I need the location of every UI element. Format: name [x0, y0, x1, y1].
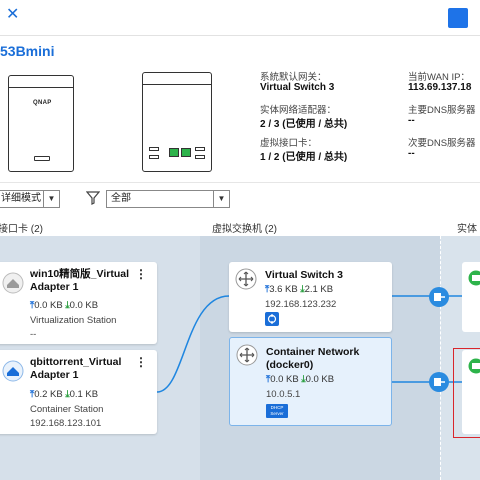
chevron-down-icon: ▼	[213, 191, 229, 207]
physical-section-header: 实体	[457, 224, 477, 235]
adapter-traffic: ⤒0.0 KB ⤓0.0 KB	[30, 300, 98, 311]
virtual-interface-value: 1 / 2 (已使用 / 总共)	[260, 152, 348, 163]
upload-value: 0.0 KB	[34, 300, 63, 311]
nas-front-image: QNAP	[8, 75, 74, 172]
adapter-card[interactable]: win10精简版_Virtual Adapter 1 ⋮ ⤒0.0 KB ⤓0.…	[0, 262, 157, 344]
gateway-label: 系統默认网关：	[260, 72, 327, 83]
nas-back-image	[142, 72, 212, 172]
nat-icon	[265, 312, 279, 326]
virtual-interface-label: 虚拟接口卡：	[260, 138, 318, 149]
more-menu-icon[interactable]: ⋮	[135, 267, 147, 281]
vm-adapter-icon	[2, 272, 24, 294]
adapter-source: Virtualization Station	[30, 315, 117, 326]
lan-port-2	[181, 148, 191, 157]
view-mode-select[interactable]: 详细模式 ▼	[0, 190, 60, 208]
highlight-box	[453, 348, 480, 438]
adapter-traffic: ⤒0.2 KB ⤓0.1 KB	[30, 389, 98, 400]
virtual-switch-card[interactable]: Container Network (docker0) ⤒0.0 KB ⤓0.0…	[229, 337, 392, 426]
page: ✕ 53Bmini QNAP 系統默认网关： Virtual Switch 3 …	[0, 0, 480, 480]
switch-traffic: ⤒0.0 KB ⤓0.0 KB	[266, 374, 334, 385]
adapter-ip: --	[30, 329, 37, 340]
divider	[0, 182, 480, 183]
secondary-dns-label: 次要DNS服务器	[408, 138, 476, 149]
adapter-name: win10精简版_Virtual Adapter 1	[30, 268, 130, 293]
switch-icon	[235, 268, 257, 290]
secondary-dns-value: --	[408, 148, 415, 159]
switch-icon	[236, 344, 258, 366]
switch-traffic: ⤒3.6 KB ⤓2.1 KB	[265, 284, 333, 295]
nas-logo: QNAP	[33, 100, 52, 106]
top-bar: ✕	[0, 0, 480, 36]
ethernet-port-icon[interactable]	[428, 286, 450, 308]
download-value: 2.1 KB	[304, 284, 334, 295]
adapter-source: Container Station	[30, 404, 104, 415]
view-mode-value: 详细模式	[1, 193, 41, 204]
dhcp-server-badge: DHCP Server	[266, 404, 288, 418]
scope-value: 全部	[111, 193, 131, 204]
wan-ip-label: 当前WAN IP：	[408, 72, 470, 83]
wan-ip-value: 113.69.137.18	[408, 82, 472, 93]
scope-select[interactable]: 全部 ▼	[106, 190, 230, 208]
gateway-value: Virtual Switch 3	[260, 82, 335, 93]
primary-dns-label: 主要DNS服务器	[408, 105, 476, 116]
switch-ip: 192.168.123.232	[265, 299, 337, 310]
physical-adapter-card[interactable]	[462, 262, 480, 332]
upload-value: 0.0 KB	[270, 374, 299, 385]
upload-value: 3.6 KB	[269, 284, 298, 295]
physical-nic-icon	[468, 270, 480, 286]
virtual-switch-card[interactable]: Virtual Switch 3 ⤒3.6 KB ⤓2.1 KB 192.168…	[229, 262, 392, 332]
app-icon[interactable]	[448, 8, 468, 28]
lan-port-1	[169, 148, 179, 157]
container-adapter-icon	[2, 360, 24, 382]
physical-adapter-value: 2 / 3 (已使用 / 总共)	[260, 119, 348, 130]
upload-value: 0.2 KB	[34, 389, 63, 400]
adapters-section-header: 接口卡 (2)	[0, 224, 43, 235]
ethernet-port-icon[interactable]	[428, 371, 450, 393]
adapter-card[interactable]: qbittorrent_Virtual Adapter 1 ⋮ ⤒0.2 KB …	[0, 350, 157, 434]
download-value: 0.0 KB	[69, 300, 99, 311]
topology-canvas: win10精简版_Virtual Adapter 1 ⋮ ⤒0.0 KB ⤓0.…	[0, 236, 480, 480]
download-value: 0.0 KB	[305, 374, 335, 385]
switch-name: Virtual Switch 3	[265, 269, 343, 281]
primary-dns-value: --	[408, 115, 415, 126]
more-menu-icon[interactable]: ⋮	[135, 355, 147, 369]
device-title: 53Bmini	[0, 43, 55, 59]
adapter-name: qbittorrent_Virtual Adapter 1	[30, 356, 122, 381]
chevron-down-icon: ▼	[43, 191, 59, 207]
back-icon[interactable]: ✕	[6, 6, 24, 24]
physical-adapter-label: 实体网络适配器：	[260, 105, 337, 116]
adapter-ip: 192.168.123.101	[30, 418, 102, 429]
switch-name: Container Network (docker0)	[266, 346, 360, 371]
switches-section-header: 虚拟交换机 (2)	[212, 224, 277, 235]
switch-ip: 10.0.5.1	[266, 389, 301, 400]
download-value: 0.1 KB	[69, 389, 99, 400]
filter-icon	[86, 191, 100, 205]
